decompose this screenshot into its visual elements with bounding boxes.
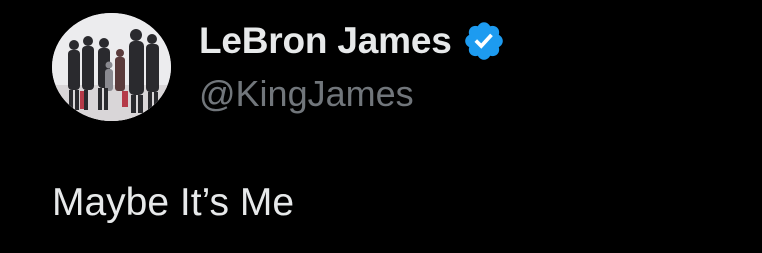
- avatar[interactable]: [52, 13, 171, 121]
- author-names: LeBron James @KingJames: [199, 13, 506, 121]
- tweet: LeBron James @KingJames Maybe It’s Me: [0, 0, 762, 253]
- author-handle[interactable]: @KingJames: [199, 71, 506, 117]
- avatar-photo-icon: [52, 13, 171, 121]
- name-row: LeBron James: [199, 17, 506, 65]
- tweet-text: Maybe It’s Me: [52, 181, 295, 224]
- tweet-header: LeBron James @KingJames: [52, 12, 506, 122]
- verified-badge-icon: [462, 19, 506, 63]
- display-name[interactable]: LeBron James: [199, 17, 452, 65]
